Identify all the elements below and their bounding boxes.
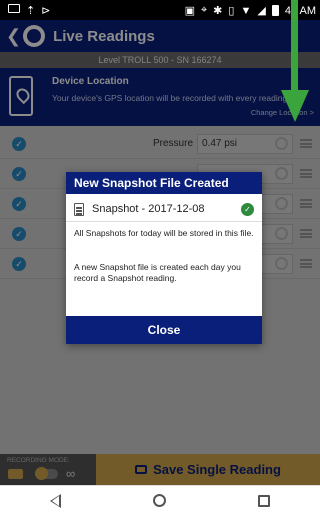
- status-bar: ⇡ ⊳ ▣ ⌖ ✱ ▯ ▼ ◢ 48 AM: [0, 0, 320, 20]
- file-icon: [74, 203, 84, 216]
- upload-icon: ⇡: [26, 5, 36, 17]
- nav-back-icon[interactable]: [50, 494, 61, 508]
- snapshot-file-row: Snapshot - 2017-12-08 ✓: [66, 198, 262, 222]
- snapshot-dialog: New Snapshot File Created Snapshot - 201…: [66, 172, 262, 344]
- dialog-text-storage: All Snapshots for today will be stored i…: [74, 228, 254, 238]
- check-circle-icon: ✓: [241, 203, 254, 216]
- close-button[interactable]: Close: [66, 316, 262, 344]
- location-icon: ⌖: [200, 4, 208, 16]
- system-nav-bar: [0, 485, 320, 515]
- dialog-text-daily: A new Snapshot file is created each day …: [74, 262, 241, 283]
- bluetooth-icon: ✱: [213, 5, 223, 17]
- annotation-arrow-head: [281, 90, 309, 122]
- status-left-icons: ⇡ ⊳: [8, 4, 50, 17]
- vibrate-icon: ▯: [228, 5, 235, 17]
- annotation-arrow-shaft: [291, 0, 298, 92]
- snapshot-file-name: Snapshot - 2017-12-08: [92, 203, 205, 215]
- cast-icon: ▣: [184, 5, 195, 17]
- battery-icon: [271, 5, 279, 16]
- status-time: 48 AM: [284, 4, 316, 17]
- nav-home-icon[interactable]: [153, 494, 166, 507]
- nav-recents-icon[interactable]: [258, 495, 270, 507]
- dialog-title: New Snapshot File Created: [66, 172, 262, 194]
- signal-icon: ◢: [257, 5, 266, 17]
- screen-record-icon: [8, 4, 20, 13]
- wifi-icon: ▼: [240, 4, 252, 17]
- arrow-icon: ⊳: [41, 5, 51, 17]
